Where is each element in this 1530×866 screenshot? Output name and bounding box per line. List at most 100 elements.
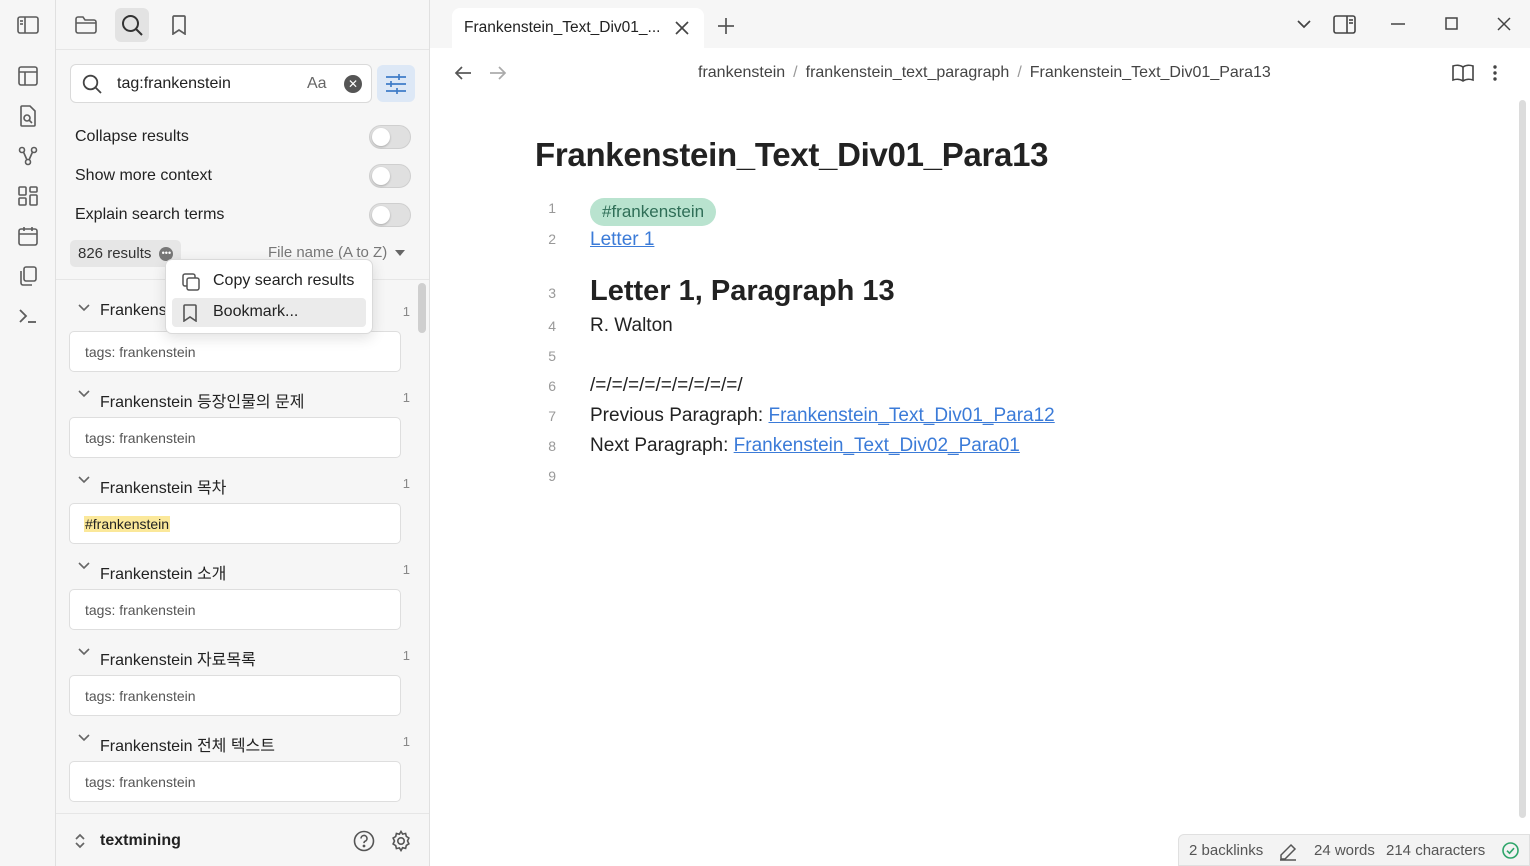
result-match-snippet[interactable]: tags: frankenstein bbox=[69, 675, 401, 716]
template-icon[interactable] bbox=[12, 100, 44, 132]
bookmark-icon bbox=[182, 304, 198, 322]
breadcrumb-separator: / bbox=[793, 64, 798, 81]
show-more-context-toggle[interactable] bbox=[369, 164, 411, 188]
search-settings-icon[interactable] bbox=[377, 65, 415, 102]
result-file-title: Frankenstein 전체 텍스트 bbox=[100, 738, 275, 755]
help-icon[interactable] bbox=[353, 830, 375, 852]
next-paragraph-label: Next Paragraph: bbox=[590, 435, 734, 456]
character-count: 214 characters bbox=[1386, 842, 1486, 859]
result-match-snippet[interactable]: tags: frankenstein bbox=[69, 589, 401, 630]
backlinks-count[interactable]: 2 backlinks bbox=[1189, 842, 1263, 859]
back-arrow-icon[interactable] bbox=[454, 65, 472, 81]
line-number: 8 bbox=[548, 438, 556, 454]
result-file-title: Frankenstein 등장인물의 문제 bbox=[100, 394, 305, 411]
editor-scrollbar[interactable] bbox=[1519, 100, 1526, 818]
line-number: 3 bbox=[548, 285, 556, 301]
chevron-down-icon[interactable] bbox=[78, 304, 90, 312]
edit-mode-icon[interactable] bbox=[1279, 843, 1297, 861]
gear-icon[interactable] bbox=[390, 830, 412, 852]
author-line[interactable]: R. Walton bbox=[590, 315, 673, 337]
breadcrumb-item[interactable]: frankenstein_text_paragraph bbox=[806, 64, 1010, 81]
search-input[interactable]: tag:frankenstein Aa ✕ bbox=[70, 64, 372, 103]
match-case-button[interactable]: Aa bbox=[307, 75, 327, 93]
close-icon[interactable] bbox=[674, 20, 690, 36]
result-match-count: 1 bbox=[402, 390, 410, 405]
result-file-header[interactable]: Frankenstein 전체 텍스트 1 bbox=[78, 730, 410, 755]
result-match-snippet[interactable]: tags: frankenstein bbox=[69, 331, 401, 372]
breadcrumb-separator: / bbox=[1017, 64, 1022, 81]
collapse-results-toggle[interactable] bbox=[369, 125, 411, 149]
folder-icon[interactable] bbox=[69, 8, 103, 42]
new-tab-icon[interactable] bbox=[717, 17, 735, 35]
snippet-text: tags: frankenstein bbox=[85, 688, 196, 704]
search-results-list: Frankenstein 1 tags: frankenstein Frankenst… bbox=[56, 282, 429, 812]
calendar-icon[interactable] bbox=[12, 220, 44, 252]
maximize-icon[interactable] bbox=[1445, 17, 1458, 30]
search-tab-icon[interactable] bbox=[115, 8, 149, 42]
result-file-header[interactable]: Frankenstein 자료목록 1 bbox=[78, 644, 410, 669]
line-number: 4 bbox=[548, 318, 556, 334]
vault-switcher: textmining bbox=[56, 813, 429, 866]
line-number: 9 bbox=[548, 468, 556, 484]
vault-name[interactable]: textmining bbox=[100, 832, 181, 850]
result-match-snippet[interactable]: #frankenstein bbox=[69, 503, 401, 544]
divider bbox=[56, 49, 429, 50]
editor-pane: Frankenstein_Text_Div01_... frankenstein… bbox=[430, 0, 1530, 866]
copy-search-results-menu-item[interactable]: Copy search results bbox=[172, 267, 366, 296]
option-label: Collapse results bbox=[75, 128, 189, 145]
bookmark-menu-item[interactable]: Bookmark... bbox=[172, 298, 366, 327]
snippet-text: tags: frankenstein bbox=[85, 774, 196, 790]
note-title[interactable]: Frankenstein_Text_Div01_Para13 bbox=[535, 136, 1048, 174]
chevron-down-icon[interactable] bbox=[78, 562, 90, 570]
sidebar-toggle-icon[interactable] bbox=[12, 9, 44, 41]
breadcrumb-item[interactable]: frankenstein bbox=[698, 64, 785, 81]
option-label: Explain search terms bbox=[75, 206, 225, 223]
results-scrollbar[interactable] bbox=[418, 283, 426, 333]
result-file-header[interactable]: Frankenstein 소개 1 bbox=[78, 558, 410, 583]
result-match-snippet[interactable]: tags: frankenstein bbox=[69, 417, 401, 458]
result-match-snippet[interactable]: tags: frankenstein bbox=[69, 761, 401, 802]
dashboard-icon[interactable] bbox=[12, 180, 44, 212]
status-bar: 2 backlinks 24 words 214 characters bbox=[1178, 834, 1530, 866]
chevron-down-icon[interactable] bbox=[78, 476, 90, 484]
previous-paragraph-link[interactable]: Frankenstein_Text_Div01_Para12 bbox=[769, 405, 1055, 426]
tab-note[interactable]: Frankenstein_Text_Div01_... bbox=[452, 8, 704, 48]
explain-search-terms-toggle[interactable] bbox=[369, 203, 411, 227]
result-match-count: 1 bbox=[402, 734, 410, 749]
internal-link[interactable]: Letter 1 bbox=[590, 229, 654, 251]
tab-list-chevron-icon[interactable] bbox=[1296, 19, 1312, 29]
chevron-down-icon[interactable] bbox=[78, 734, 90, 742]
canvas-icon[interactable] bbox=[12, 60, 44, 92]
copy-files-icon[interactable] bbox=[12, 260, 44, 292]
window-close-icon[interactable] bbox=[1497, 17, 1511, 31]
option-explain-search-terms: Explain search terms bbox=[75, 203, 411, 227]
minimize-icon[interactable] bbox=[1391, 23, 1405, 25]
word-count: 24 words bbox=[1314, 842, 1375, 859]
reading-view-icon[interactable] bbox=[1452, 64, 1474, 82]
next-paragraph-link[interactable]: Frankenstein_Text_Div02_Para01 bbox=[734, 435, 1020, 456]
result-file-header[interactable]: Frankenstein 목차 1 bbox=[78, 472, 410, 497]
sync-check-icon[interactable] bbox=[1502, 842, 1519, 859]
search-query[interactable]: tag:frankenstein bbox=[117, 75, 231, 93]
forward-arrow-icon[interactable] bbox=[489, 65, 507, 81]
tag-pill[interactable]: #frankenstein bbox=[590, 198, 717, 226]
result-file-header[interactable]: Frankenstein 등장인물의 문제 1 bbox=[78, 386, 410, 411]
chevron-down-icon[interactable] bbox=[78, 648, 90, 656]
breadcrumb-item[interactable]: Frankenstein_Text_Div01_Para13 bbox=[1030, 64, 1271, 81]
chevron-down-icon[interactable] bbox=[78, 390, 90, 398]
next-paragraph-line[interactable]: Next Paragraph: Frankenstein_Text_Div02_… bbox=[590, 435, 1020, 457]
note-heading[interactable]: Letter 1, Paragraph 13 bbox=[590, 275, 895, 308]
vault-switch-icon[interactable] bbox=[74, 832, 86, 850]
terminal-icon[interactable] bbox=[12, 300, 44, 332]
bookmark-tab-icon[interactable] bbox=[162, 8, 196, 42]
tab-bar: Frankenstein_Text_Div01_... bbox=[430, 0, 1530, 48]
previous-paragraph-label: Previous Paragraph: bbox=[590, 405, 769, 426]
separator-line[interactable]: /=/=/=/=/=/=/=/=/=/ bbox=[590, 375, 743, 397]
graph-view-icon[interactable] bbox=[12, 140, 44, 172]
more-options-vertical-icon[interactable] bbox=[1492, 64, 1498, 82]
previous-paragraph-line[interactable]: Previous Paragraph: Frankenstein_Text_Di… bbox=[590, 405, 1055, 427]
clear-search-icon[interactable]: ✕ bbox=[344, 75, 362, 93]
ribbon bbox=[0, 0, 56, 866]
right-sidebar-toggle-icon[interactable] bbox=[1333, 15, 1356, 34]
menu-item-label: Bookmark... bbox=[213, 303, 299, 320]
